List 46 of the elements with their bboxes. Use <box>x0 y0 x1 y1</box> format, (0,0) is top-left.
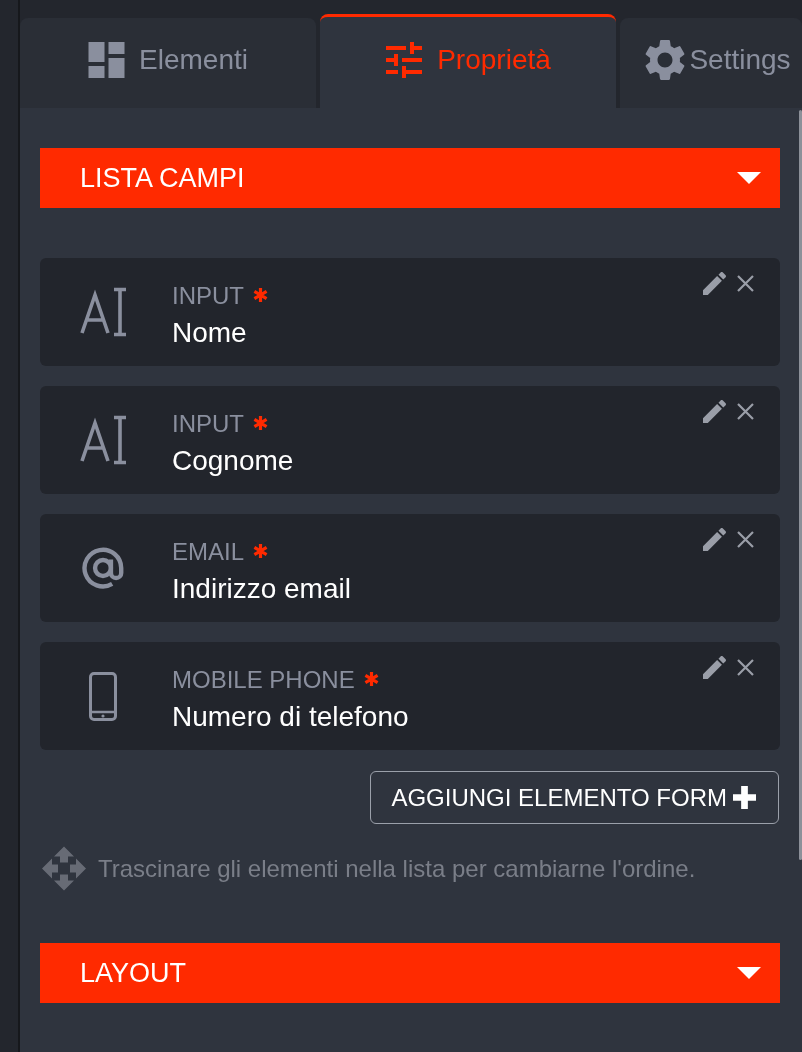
field-card[interactable]: INPUT Nome <box>40 258 780 366</box>
section-header[interactable]: LAYOUT <box>40 943 780 1003</box>
field-card[interactable]: INPUT Cognome <box>40 386 780 494</box>
close-icon <box>737 403 754 420</box>
move-icon <box>42 846 86 891</box>
drag-hint-text: Trascinare gli elementi nella lista per cambiarne l'ordine. <box>98 854 696 883</box>
pencil-icon <box>703 272 726 295</box>
smartphone-icon <box>89 671 117 721</box>
settings-icon <box>645 39 686 81</box>
remove-button[interactable] <box>737 659 754 676</box>
remove-button[interactable] <box>737 403 754 420</box>
pencil-icon <box>703 528 726 551</box>
tab[interactable]: Elementi <box>20 18 316 108</box>
field-name: Cognome <box>172 445 294 477</box>
sliders-icon <box>385 42 424 78</box>
field-name: Indirizzo email <box>172 573 351 605</box>
field-name: Numero di telefono <box>172 701 409 733</box>
pencil-icon <box>703 400 726 423</box>
remove-button[interactable] <box>737 531 754 548</box>
caret-down-icon <box>737 172 761 184</box>
edit-button[interactable] <box>703 400 726 423</box>
pencil-icon <box>703 656 726 679</box>
field-type-label: MOBILE PHONE <box>172 666 355 694</box>
close-icon <box>737 275 754 292</box>
field-card[interactable]: MOBILE PHONE Numero di telefono <box>40 642 780 750</box>
caret-down-icon <box>737 967 761 979</box>
edit-button[interactable] <box>703 528 726 551</box>
section-header[interactable]: LISTA CAMPI <box>40 148 780 208</box>
edit-button[interactable] <box>703 656 726 679</box>
field-type-label: EMAIL <box>172 538 245 566</box>
tab[interactable]: Settings <box>620 18 802 108</box>
scrollbar-thumb[interactable] <box>799 110 802 860</box>
plus-icon <box>733 786 756 809</box>
grid-icon <box>88 42 126 78</box>
field-type-label: INPUT <box>172 282 244 310</box>
edit-button[interactable] <box>703 272 726 295</box>
remove-button[interactable] <box>737 275 754 292</box>
field-type-label: INPUT <box>172 410 244 438</box>
close-icon <box>737 659 754 676</box>
field-card[interactable]: EMAIL Indirizzo email <box>40 514 780 622</box>
text-field-icon <box>80 287 126 337</box>
add-element-button[interactable]: AGGIUNGI ELEMENTO FORM <box>370 771 779 824</box>
at-sign-icon <box>81 546 125 590</box>
field-name: Nome <box>172 317 247 349</box>
text-field-icon <box>80 415 126 465</box>
close-icon <box>737 531 754 548</box>
